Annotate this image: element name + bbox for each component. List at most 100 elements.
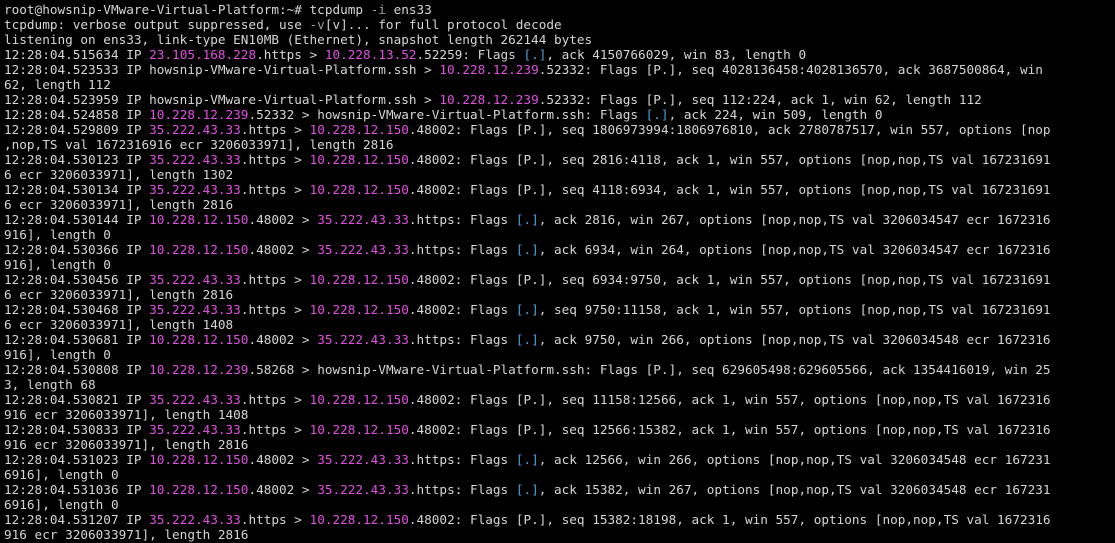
- output-text: , ack 15382, win 267, options [nop,nop,T…: [538, 482, 1051, 497]
- output-text: , ack 6934, win 264, options [nop,nop,TS…: [538, 242, 1051, 257]
- ack-flag: [.]: [523, 47, 547, 62]
- output-text: .https: Flags: [408, 482, 516, 497]
- output-text: .https: Flags: [408, 212, 516, 227]
- ip-address: 10.228.12.150: [309, 302, 409, 317]
- output-line: 12:28:04.523959 IP howsnip-VMware-Virtua…: [4, 92, 1115, 107]
- output-text: 12:28:04.530808 IP: [4, 362, 150, 377]
- output-text: , ack 2816, win 267, options [nop,nop,TS…: [538, 212, 1051, 227]
- output-text: .52332 > howsnip-VMware-Virtual-Platform…: [248, 107, 646, 122]
- output-text: 12:28:04.531207 IP: [4, 512, 150, 527]
- ip-address: 10.228.12.239: [439, 92, 539, 107]
- command-name: tcpdump: [309, 2, 371, 17]
- output-text: .https >: [240, 422, 310, 437]
- output-text: listening on ens33, link-type EN10MB (Et…: [4, 32, 593, 47]
- output-line: 916], length 0: [4, 347, 1115, 362]
- ip-address: 10.228.12.150: [149, 452, 249, 467]
- output-text: 916], length 0: [4, 257, 111, 272]
- command-option: -i: [370, 2, 386, 17]
- output-text: .https >: [240, 512, 310, 527]
- ip-address: 10.228.12.239: [149, 362, 249, 377]
- output-text: .48002 >: [248, 482, 318, 497]
- output-text: .48002: Flags: [408, 302, 516, 317]
- output-text: .https >: [240, 392, 310, 407]
- output-text: .https: Flags: [408, 242, 516, 257]
- ip-address: 10.228.12.150: [149, 242, 249, 257]
- output-text: 12:28:04.523533 IP howsnip-VMware-Virtua…: [4, 62, 440, 77]
- ack-flag: [.]: [515, 242, 539, 257]
- output-text: 12:28:04.530366 IP: [4, 242, 150, 257]
- output-text: .https >: [256, 47, 325, 62]
- output-text: ,nop,TS val 1672316916 ecr 3206033971], …: [4, 137, 394, 152]
- output-line: 6 ecr 3206033971], length 2816: [4, 197, 1115, 212]
- output-text: [v]... for full protocol decode: [324, 17, 562, 32]
- output-line: 6 ecr 3206033971], length 1302: [4, 167, 1115, 182]
- output-line: 3, length 68: [4, 377, 1115, 392]
- output-line: 12:28:04.531207 IP 35.222.43.33.https > …: [4, 512, 1115, 527]
- output-line: listening on ens33, link-type EN10MB (Et…: [4, 32, 1115, 47]
- output-line: 62, length 112: [4, 77, 1115, 92]
- output-line: 12:28:04.530808 IP 10.228.12.239.58268 >…: [4, 362, 1115, 377]
- output-line: 12:28:04.530123 IP 35.222.43.33.https > …: [4, 152, 1115, 167]
- output-text: .https: Flags: [408, 452, 516, 467]
- shell-prompt: root@howsnip-VMware-Virtual-Platform:~#: [4, 2, 310, 17]
- output-text: 12:28:04.530456 IP: [4, 272, 150, 287]
- output-line: 12:28:04.530456 IP 35.222.43.33.https > …: [4, 272, 1115, 287]
- output-text: .48002: Flags [P.], seq 1806973994:18069…: [408, 122, 1051, 137]
- ip-address: 35.222.43.33: [149, 182, 241, 197]
- ip-address: 35.222.43.33: [317, 242, 409, 257]
- output-text: 12:28:04.529809 IP: [4, 122, 150, 137]
- ip-address: 10.228.12.239: [439, 62, 539, 77]
- output-line: 916], length 0: [4, 227, 1115, 242]
- output-text: .48002 >: [248, 452, 318, 467]
- ip-address: 10.228.12.150: [309, 272, 409, 287]
- ip-address: 35.222.43.33: [317, 482, 409, 497]
- ip-address: 35.222.43.33: [317, 452, 409, 467]
- ack-flag: [.]: [515, 482, 539, 497]
- output-line: ,nop,TS val 1672316916 ecr 3206033971], …: [4, 137, 1115, 152]
- output-text: 12:28:04.530144 IP: [4, 212, 150, 227]
- output-text: 6916], length 0: [4, 467, 119, 482]
- ip-address: 35.222.43.33: [149, 152, 241, 167]
- output-line: 6916], length 0: [4, 467, 1115, 482]
- output-line: 12:28:04.524858 IP 10.228.12.239.52332 >…: [4, 107, 1115, 122]
- output-text: 12:28:04.530833 IP: [4, 422, 150, 437]
- ip-address: 10.228.12.150: [309, 392, 409, 407]
- output-text: 6 ecr 3206033971], length 2816: [4, 197, 234, 212]
- output-text: , seq 9750:11158, ack 1, win 557, option…: [538, 302, 1051, 317]
- ip-address: 10.228.12.150: [309, 152, 409, 167]
- output-line: tcpdump: verbose output suppressed, use …: [4, 17, 1115, 32]
- ack-flag: [.]: [645, 107, 669, 122]
- output-text: 12:28:04.530134 IP: [4, 182, 150, 197]
- output-text: .48002 >: [248, 332, 318, 347]
- ip-address: 10.228.12.150: [309, 422, 409, 437]
- output-text: .48002: Flags [P.], seq 11158:12566, ack…: [408, 392, 1051, 407]
- ip-address: 35.222.43.33: [317, 212, 409, 227]
- ip-address: 10.228.12.239: [149, 107, 249, 122]
- output-line: 916 ecr 3206033971], length 2816: [4, 437, 1115, 452]
- ack-flag: [.]: [515, 332, 539, 347]
- output-text: , ack 4150766029, win 83, length 0: [546, 47, 807, 62]
- output-text: .48002 >: [248, 212, 318, 227]
- ack-flag: [.]: [515, 302, 539, 317]
- output-text: .https >: [240, 302, 310, 317]
- output-line: 12:28:04.530468 IP 35.222.43.33.https > …: [4, 302, 1115, 317]
- output-line: 12:28:04.530833 IP 35.222.43.33.https > …: [4, 422, 1115, 437]
- output-line: 916 ecr 3206033971], length 2816: [4, 527, 1115, 542]
- ip-address: 10.228.13.52: [324, 47, 417, 62]
- output-line: 12:28:04.515634 IP 23.105.168.228.https …: [4, 47, 1115, 62]
- terminal-window[interactable]: root@howsnip-VMware-Virtual-Platform:~# …: [0, 0, 1115, 543]
- option-text: -v: [309, 17, 325, 32]
- output-text: 12:28:04.530821 IP: [4, 392, 150, 407]
- output-text: 3, length 68: [4, 377, 96, 392]
- ip-address: 35.222.43.33: [149, 512, 241, 527]
- command-prompt-line: root@howsnip-VMware-Virtual-Platform:~# …: [4, 2, 1115, 17]
- output-text: 12:28:04.530468 IP: [4, 302, 150, 317]
- output-line: 12:28:04.529809 IP 35.222.43.33.https > …: [4, 122, 1115, 137]
- output-text: 12:28:04.515634 IP: [4, 47, 150, 62]
- output-text: .48002: Flags [P.], seq 12566:15382, ack…: [408, 422, 1051, 437]
- output-line: 12:28:04.530144 IP 10.228.12.150.48002 >…: [4, 212, 1115, 227]
- output-line: 12:28:04.530366 IP 10.228.12.150.48002 >…: [4, 242, 1115, 257]
- output-line: 12:28:04.530681 IP 10.228.12.150.48002 >…: [4, 332, 1115, 347]
- ip-address: 10.228.12.150: [149, 212, 249, 227]
- output-text: .48002 >: [248, 242, 318, 257]
